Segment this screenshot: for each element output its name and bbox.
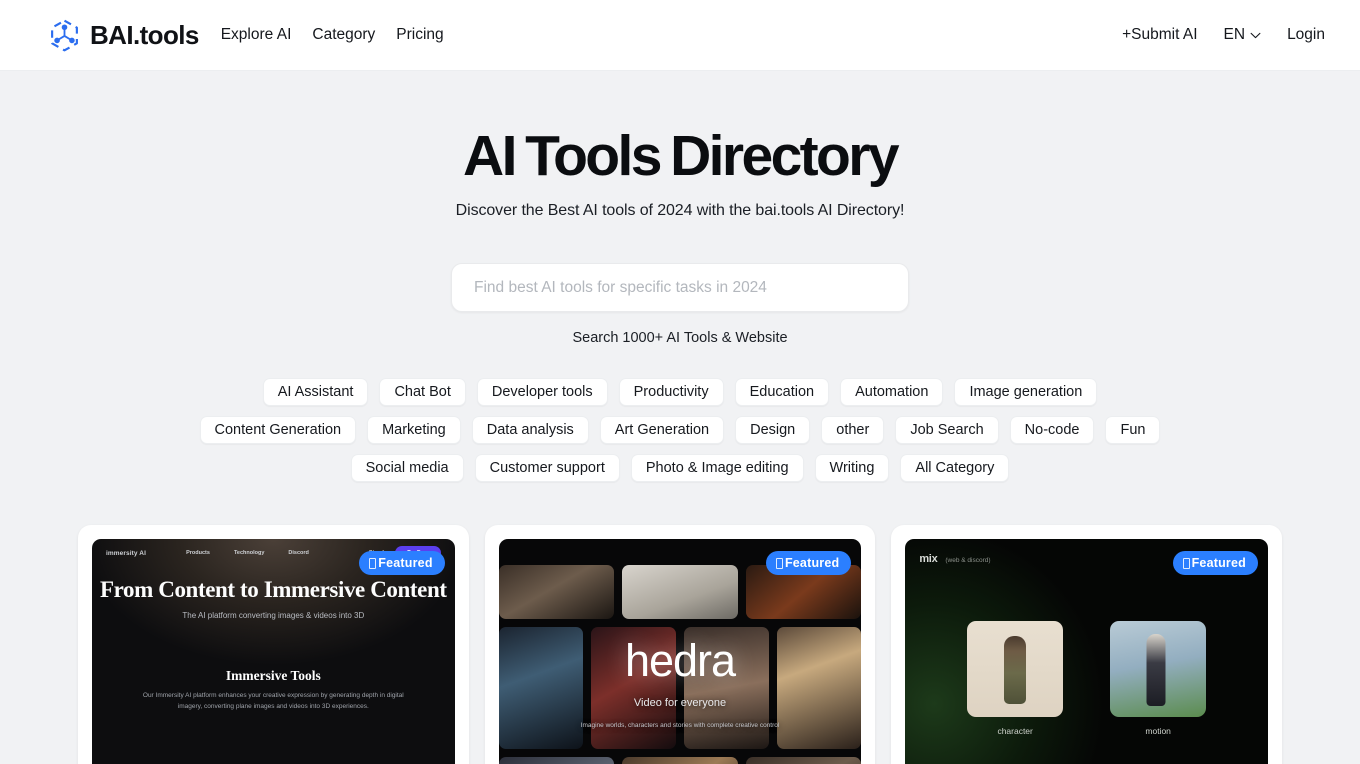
category-tag[interactable]: Education (734, 378, 830, 406)
featured-badge: Featured (765, 551, 852, 575)
nav-explore-ai[interactable]: Explore AI (221, 26, 292, 44)
category-tags: AI Assistant Chat Bot Developer tools Pr… (0, 378, 1360, 482)
chevron-down-icon (1250, 32, 1261, 38)
category-tag-row: Content Generation Marketing Data analys… (0, 416, 1360, 444)
shot-subline: Imagine worlds, characters and stories w… (580, 722, 780, 729)
search-box[interactable] (451, 263, 909, 312)
language-value: EN (1223, 26, 1246, 43)
shot-nav-item: Discord (288, 550, 309, 556)
category-tag[interactable]: Art Generation (599, 416, 725, 444)
shot-panel-thumb (967, 621, 1064, 717)
featured-badge-label: Featured (378, 556, 433, 570)
shot-brand-block: mix (web & discord) (919, 553, 990, 565)
shot-brand: immersity AI (106, 549, 146, 557)
brand-name: BAI.tools (90, 19, 199, 50)
category-tag[interactable]: Social media (350, 454, 464, 482)
hero-section: AI Tools Directory Discover the Best AI … (0, 71, 1360, 220)
header-actions: +Submit AI EN Login (1122, 26, 1325, 44)
page-subtitle: Discover the Best AI tools of 2024 with … (455, 202, 905, 219)
shot-subhead: The AI platform converting images & vide… (182, 611, 365, 620)
search-section (451, 263, 909, 312)
shot-panel: character (967, 621, 1064, 736)
language-selector[interactable]: EN (1224, 26, 1262, 44)
star-icon (1182, 557, 1190, 569)
category-tag-row: AI Assistant Chat Bot Developer tools Pr… (0, 378, 1360, 406)
shot-grid-row (498, 757, 862, 764)
category-tag[interactable]: Image generation (954, 378, 1098, 406)
shot-brand: mix (919, 553, 938, 565)
category-tag[interactable]: Job Search (895, 416, 999, 444)
shot-brand-note: (web & discord) (945, 557, 991, 564)
shot-section-title: Immersive Tools (225, 668, 321, 683)
card-hedra[interactable]: hedra Video for everyone Imagine worlds,… (484, 525, 876, 764)
site-header: BAI.tools Explore AI Category Pricing +S… (0, 0, 1360, 71)
nav-category[interactable]: Category (312, 26, 375, 44)
search-hint: Search 1000+ AI Tools & Website (572, 330, 788, 346)
category-tag[interactable]: Developer tools (476, 378, 608, 406)
shot-nav-item: Technology (233, 550, 265, 556)
category-tag[interactable]: Chat Bot (379, 378, 466, 406)
shot-tagline: Video for everyone (633, 697, 727, 709)
shot-panel-label: character (997, 726, 1033, 736)
star-icon (775, 557, 783, 569)
login-button[interactable]: Login (1287, 26, 1325, 44)
featured-badge: Featured (359, 551, 445, 575)
card-mix[interactable]: mix (web & discord) character motion Fea… (891, 525, 1282, 764)
shot-nav-item: Products (186, 550, 210, 556)
tool-card-grid: immersity AI Products Technology Discord… (0, 525, 1360, 764)
page-title: AI Tools Directory (463, 124, 900, 188)
search-input[interactable] (474, 278, 886, 297)
shot-nav: Products Technology Discord (186, 550, 309, 556)
nav-pricing[interactable]: Pricing (396, 26, 443, 44)
category-tag[interactable]: No-code (1009, 416, 1095, 444)
category-tag-row: Social media Customer support Photo & Im… (0, 454, 1360, 482)
category-tag[interactable]: Fun (1105, 416, 1161, 444)
featured-badge-label: Featured (784, 556, 840, 570)
star-icon (369, 557, 377, 569)
category-tag[interactable]: Productivity (618, 378, 724, 406)
main-navigation: Explore AI Category Pricing (221, 26, 444, 44)
brand-logo[interactable]: BAI.tools (48, 19, 199, 52)
category-tag[interactable]: Data analysis (471, 416, 589, 444)
shot-grid-cell (745, 757, 862, 764)
category-tag[interactable]: Photo & Image editing (630, 454, 804, 482)
category-tag[interactable]: Content Generation (199, 416, 357, 444)
shot-grid-cell (498, 565, 615, 619)
featured-badge-label: Featured (1191, 556, 1246, 570)
submit-ai-button[interactable]: +Submit AI (1122, 26, 1197, 44)
shot-panel-label: motion (1145, 726, 1171, 736)
category-tag[interactable]: Automation (840, 378, 944, 406)
shot-wordmark: hedra (624, 635, 736, 686)
category-tag[interactable]: AI Assistant (262, 378, 369, 406)
card-screenshot: hedra Video for everyone Imagine worlds,… (498, 539, 862, 764)
category-tag[interactable]: Writing (814, 454, 890, 482)
shot-panel-thumb (1110, 621, 1207, 717)
shot-panels: character motion (905, 621, 1268, 736)
category-tag[interactable]: other (821, 416, 885, 444)
shot-grid-cell (622, 757, 738, 764)
category-tag[interactable]: Design (735, 416, 811, 444)
shot-panel: motion (1110, 621, 1207, 736)
category-tag[interactable]: All Category (900, 454, 1010, 482)
shot-grid-cell (622, 565, 738, 619)
card-immersity-ai[interactable]: immersity AI Products Technology Discord… (78, 525, 469, 764)
featured-badge: Featured (1172, 551, 1258, 575)
shot-grid-cell (498, 757, 615, 764)
shot-headline: From Content to Immersive Content (100, 577, 447, 602)
shot-section-body: Our Immersity AI platform enhances your … (142, 692, 404, 710)
card-screenshot: immersity AI Products Technology Discord… (92, 539, 455, 764)
category-tag[interactable]: Customer support (474, 454, 620, 482)
category-tag[interactable]: Marketing (367, 416, 461, 444)
card-screenshot: mix (web & discord) character motion Fea… (905, 539, 1268, 764)
hexagon-network-icon (51, 19, 78, 51)
